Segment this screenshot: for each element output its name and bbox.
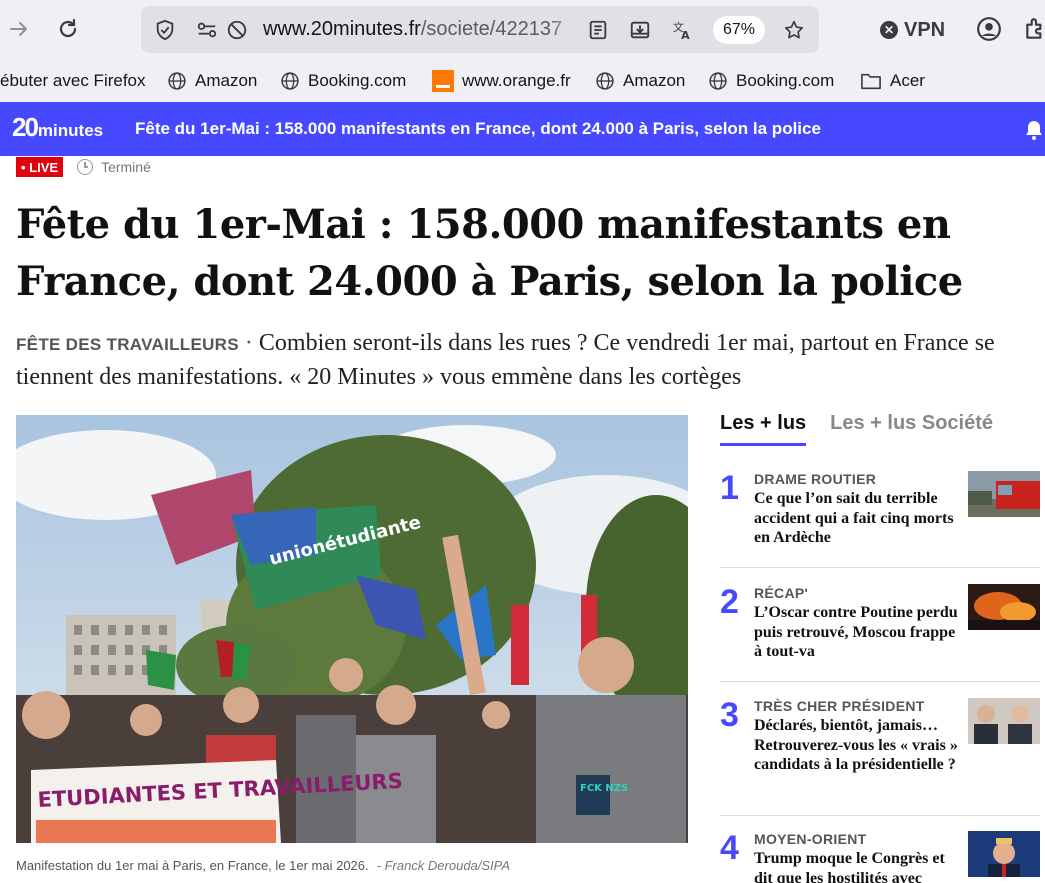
svg-text:A: A <box>681 29 690 42</box>
bookmark-label: Amazon <box>195 71 258 90</box>
sticky-header-title: Fête du 1er-Mai : 158.000 manifestants e… <box>135 119 821 138</box>
list-item[interactable]: 2 RÉCAP' L’Oscar contre Poutine perdu pu… <box>720 583 1040 673</box>
list-item[interactable]: 1 DRAME ROUTIER Ce que l’on sait du terr… <box>720 469 1040 559</box>
permissions-icon[interactable] <box>196 19 218 41</box>
orange-icon <box>432 70 454 92</box>
list-divider <box>720 681 1040 682</box>
item-title[interactable]: Ce que l’on sait du terrible accident qu… <box>754 489 958 548</box>
live-badge: • LIVE <box>16 157 64 177</box>
shirt-text: FCK NZS <box>580 783 628 794</box>
rank-number: 1 <box>720 469 739 507</box>
photo-caption: Manifestation du 1er mai à Paris, en Fra… <box>16 858 510 873</box>
live-status: Terminé <box>77 159 151 175</box>
article-photo[interactable]: unionétudiante ETUDIANTES ET TRAVAILLEUR… <box>16 415 688 843</box>
list-divider <box>720 567 1040 568</box>
lede-kicker[interactable]: FÊTE DES TRAVAILLEURS <box>16 335 239 354</box>
lede-separator: · <box>238 330 259 356</box>
list-item[interactable]: 3 TRÈS CHER PRÉSIDENT Déclarés, bientôt,… <box>720 696 1040 806</box>
bookmark-label: ébuter avec Firefox <box>0 71 146 90</box>
bookmark-amazon-2[interactable]: Amazon <box>595 69 685 93</box>
globe-icon <box>281 72 299 90</box>
item-kicker: TRÈS CHER PRÉSIDENT <box>754 698 925 714</box>
url-path: /societe/422137 <box>420 18 563 40</box>
item-title[interactable]: L’Oscar contre Poutine perdu puis retrou… <box>754 603 958 662</box>
rank-number: 4 <box>720 829 739 867</box>
reload-icon[interactable] <box>51 12 85 46</box>
site-header: 20 minutes Fête du 1er-Mai : 158.000 man… <box>0 102 1045 156</box>
site-logo[interactable]: 20 minutes <box>12 112 103 146</box>
article-lede: FÊTE DES TRAVAILLEURS · Combien seront-i… <box>16 327 1041 393</box>
translate-icon[interactable]: 文A <box>671 19 693 42</box>
live-status-row: • LIVE Terminé <box>16 156 151 178</box>
caption-text: Manifestation du 1er mai à Paris, en Fra… <box>16 858 369 873</box>
tab-most-read[interactable]: Les + lus <box>720 412 807 446</box>
globe-icon <box>168 72 186 90</box>
bookmark-label: Booking.com <box>736 71 835 90</box>
folder-icon <box>861 73 881 90</box>
tracking-blocked-icon[interactable] <box>226 19 248 41</box>
forward-icon[interactable] <box>2 12 36 46</box>
demonstration-photo: unionétudiante ETUDIANTES ET TRAVAILLEUR… <box>16 415 688 843</box>
zoom-level[interactable]: 67% <box>713 16 765 44</box>
list-item[interactable]: 4 MOYEN-ORIENT Trump moque le Congrès et… <box>720 829 1040 883</box>
browser-toolbar: www.20minutes.fr/societe/422137 文A 67% ✕… <box>0 0 1045 60</box>
vpn-status-icon: ✕ <box>880 21 898 39</box>
status-label: Terminé <box>101 159 151 175</box>
item-kicker: RÉCAP' <box>754 585 809 601</box>
item-kicker: MOYEN-ORIENT <box>754 831 867 847</box>
rank-number: 3 <box>720 696 739 734</box>
shield-icon[interactable] <box>154 19 176 41</box>
bookmark-label: Acer <box>890 71 925 90</box>
bookmark-firefox-start[interactable]: ébuter avec Firefox <box>0 69 146 93</box>
item-thumbnail[interactable] <box>968 584 1040 630</box>
reader-view-icon[interactable] <box>587 19 609 41</box>
globe-icon <box>596 72 614 90</box>
article-headline: Fête du 1er-Mai : 158.000 manifestants e… <box>16 201 963 305</box>
item-title[interactable]: Déclarés, bientôt, jamais… Retrouverez-v… <box>754 716 958 775</box>
bookmark-amazon[interactable]: Amazon <box>167 69 257 93</box>
logo-word: minutes <box>37 121 104 140</box>
item-kicker: DRAME ROUTIER <box>754 471 877 487</box>
item-thumbnail[interactable] <box>968 698 1040 744</box>
bookmark-folder-acer[interactable]: Acer <box>860 69 925 93</box>
item-title[interactable]: Trump moque le Congrès et dit que les ho… <box>754 849 958 883</box>
rank-number: 2 <box>720 583 739 621</box>
clock-icon <box>77 159 94 175</box>
vpn-label: VPN <box>904 18 946 41</box>
item-thumbnail[interactable] <box>968 831 1040 877</box>
url-text[interactable]: www.20minutes.fr/societe/422137 <box>263 18 579 42</box>
globe-icon <box>709 72 727 90</box>
tab-most-read-societe[interactable]: Les + lus Société <box>830 412 993 446</box>
bookmark-star-icon[interactable] <box>783 19 805 41</box>
item-thumbnail[interactable] <box>968 471 1040 517</box>
account-icon[interactable] <box>972 12 1006 46</box>
download-page-icon[interactable] <box>629 19 651 41</box>
bell-icon[interactable] <box>1022 118 1045 142</box>
vpn-button[interactable]: ✕ VPN <box>880 16 945 44</box>
bookmark-label: Amazon <box>623 71 686 90</box>
url-fade <box>549 14 581 44</box>
most-read-tabs: Les + lus Les + lus Société <box>720 412 993 446</box>
url-bar[interactable]: www.20minutes.fr/societe/422137 文A 67% <box>141 6 819 53</box>
list-divider <box>720 815 1040 816</box>
url-host: www.20minutes.fr <box>263 18 421 40</box>
bookmark-booking[interactable]: Booking.com <box>280 69 406 93</box>
bookmark-booking-2[interactable]: Booking.com <box>708 69 834 93</box>
bookmark-label: Booking.com <box>308 71 407 90</box>
photo-credit: - Franck Derouda/SIPA <box>376 858 511 873</box>
bookmark-orange[interactable]: www.orange.fr <box>432 69 571 93</box>
logo-number: 20 <box>12 112 39 142</box>
bookmarks-bar: ébuter avec Firefox Amazon Booking.com w… <box>0 60 1045 102</box>
extensions-icon[interactable] <box>1019 12 1045 46</box>
bookmark-label: www.orange.fr <box>462 71 571 90</box>
